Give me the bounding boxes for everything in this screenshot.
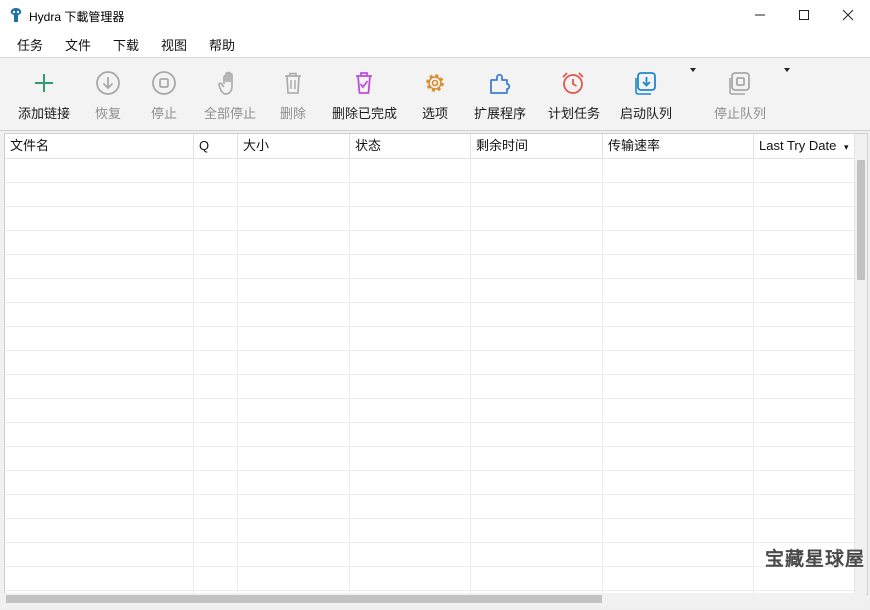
- column-transfer-rate[interactable]: 传输速率: [603, 134, 754, 158]
- gear-icon: [426, 74, 444, 92]
- column-size[interactable]: 大小: [238, 134, 350, 158]
- menu-download[interactable]: 下载: [112, 35, 140, 54]
- extensions-label: 扩展程序: [474, 106, 527, 121]
- hand-stop-icon: [218, 71, 233, 95]
- toolbar: 添加链接 恢复 停止 全部停止 删除 删除已完成 选项 扩展程序 计划任务 启动…: [0, 58, 870, 131]
- column-divider: [237, 158, 238, 594]
- minimize-icon: [755, 14, 765, 16]
- alarm-clock-icon: [562, 72, 584, 94]
- menu-bar: 任务 文件 下载 视图 帮助: [0, 31, 870, 58]
- puzzle-icon: [490, 73, 511, 94]
- menu-view[interactable]: 视图: [160, 35, 188, 54]
- empty-row: [5, 231, 855, 255]
- menu-help[interactable]: 帮助: [208, 35, 236, 54]
- stop-queue-dropdown-icon[interactable]: [784, 68, 790, 72]
- resume-label: 恢复: [95, 106, 122, 121]
- stop-label: 停止: [151, 106, 178, 121]
- extensions-button[interactable]: 扩展程序: [472, 58, 528, 130]
- delete-label: 删除: [280, 106, 307, 121]
- column-divider: [602, 158, 603, 594]
- horizontal-scrollbar[interactable]: [4, 593, 866, 605]
- vertical-scroll-thumb[interactable]: [857, 160, 865, 280]
- empty-row: [5, 375, 855, 399]
- delete-completed-label: 删除已完成: [332, 106, 398, 121]
- column-time-remaining[interactable]: 剩余时间: [471, 134, 603, 158]
- start-queue-dropdown-icon[interactable]: [690, 68, 696, 72]
- add-link-label: 添加链接: [18, 106, 71, 121]
- download-list[interactable]: 文件名 Q 大小 状态 剩余时间 传输速率 Last Try Date ▾: [4, 133, 868, 595]
- start-queue-label: 启动队列: [620, 106, 673, 121]
- sort-descending-icon: ▾: [843, 142, 849, 152]
- watermark: 宝藏星球屋: [765, 549, 866, 570]
- empty-row: [5, 519, 855, 543]
- window-title: Hydra 下載管理器: [29, 10, 125, 24]
- empty-row: [5, 471, 855, 495]
- stop-all-button[interactable]: 全部停止: [202, 58, 256, 130]
- maximize-icon: [799, 10, 809, 20]
- resume-button[interactable]: 恢复: [90, 58, 126, 130]
- close-icon: [842, 9, 854, 21]
- maximize-button[interactable]: [782, 0, 826, 30]
- column-filename[interactable]: 文件名: [5, 134, 194, 158]
- stop-queue-label: 停止队列: [714, 106, 767, 121]
- vertical-scrollbar[interactable]: [854, 134, 867, 594]
- empty-row: [5, 351, 855, 375]
- empty-row: [5, 327, 855, 351]
- empty-row: [5, 183, 855, 207]
- empty-row: [5, 255, 855, 279]
- table-body: [5, 159, 855, 591]
- empty-row: [5, 399, 855, 423]
- options-label: 选项: [422, 106, 449, 121]
- stop-queue-button[interactable]: 停止队列: [712, 58, 768, 130]
- column-last-try-date[interactable]: Last Try Date ▾: [754, 134, 855, 158]
- column-divider: [470, 158, 471, 594]
- column-queue[interactable]: Q: [194, 134, 238, 158]
- close-button[interactable]: [826, 0, 870, 30]
- column-divider: [753, 158, 754, 594]
- horizontal-scroll-thumb[interactable]: [6, 595, 602, 603]
- stop-circle-icon: [152, 71, 176, 95]
- queue-stop-icon: [729, 72, 750, 95]
- options-button[interactable]: 选项: [418, 58, 452, 130]
- column-divider: [193, 158, 194, 594]
- download-circle-icon: [96, 71, 120, 95]
- clear-completed-icon: [356, 72, 372, 94]
- scheduler-label: 计划任务: [548, 106, 601, 121]
- scheduler-button[interactable]: 计划任务: [546, 58, 600, 130]
- empty-row: [5, 303, 855, 327]
- delete-button[interactable]: 删除: [276, 58, 312, 130]
- title-bar: Hydra 下載管理器: [0, 0, 870, 31]
- empty-row: [5, 495, 855, 519]
- table-header: 文件名 Q 大小 状态 剩余时间 传输速率 Last Try Date ▾: [5, 134, 855, 159]
- empty-row: [5, 543, 855, 567]
- delete-completed-button[interactable]: 删除已完成: [330, 58, 398, 130]
- plus-icon: [35, 74, 53, 92]
- empty-row: [5, 447, 855, 471]
- column-status[interactable]: 状态: [350, 134, 471, 158]
- empty-row: [5, 279, 855, 303]
- menu-file[interactable]: 文件: [64, 35, 92, 54]
- minimize-button[interactable]: [738, 0, 782, 30]
- stop-button[interactable]: 停止: [146, 58, 182, 130]
- add-link-button[interactable]: 添加链接: [14, 58, 74, 130]
- queue-download-icon: [635, 72, 656, 95]
- empty-row: [5, 423, 855, 447]
- start-queue-button[interactable]: 启动队列: [618, 58, 674, 130]
- last-try-date-label: Last Try Date: [759, 138, 837, 153]
- trash-icon: [285, 72, 301, 94]
- hydra-app-icon: [10, 8, 22, 22]
- empty-row: [5, 159, 855, 183]
- column-divider: [349, 158, 350, 594]
- stop-all-label: 全部停止: [204, 106, 257, 121]
- empty-row: [5, 567, 855, 591]
- menu-task[interactable]: 任务: [16, 35, 44, 54]
- empty-row: [5, 207, 855, 231]
